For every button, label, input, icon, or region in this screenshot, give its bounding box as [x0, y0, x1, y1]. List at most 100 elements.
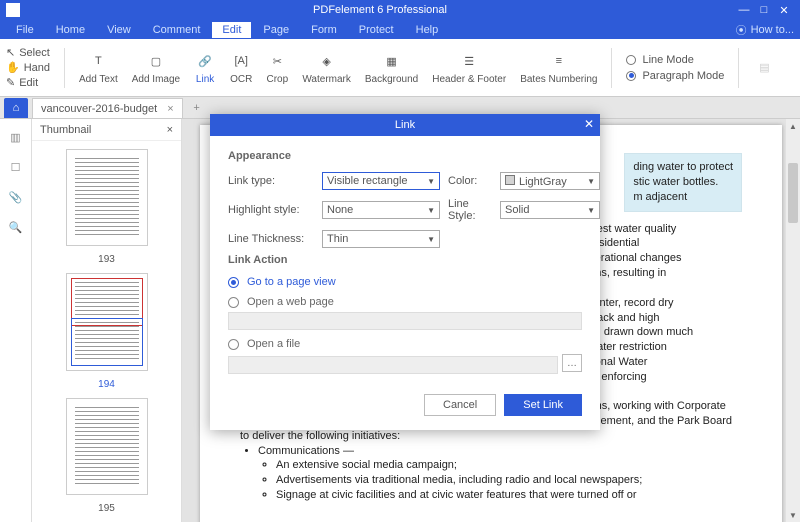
thumbnail-label: 193	[98, 254, 115, 265]
edit-mode-group: Line Mode Paragraph Mode	[626, 54, 724, 82]
close-button[interactable]: ✕	[774, 4, 794, 17]
home-icon: ⌂	[13, 102, 20, 114]
document-tab-label: vancouver-2016-budget	[41, 103, 157, 115]
help-hint[interactable]: ⦿ How to...	[736, 22, 794, 38]
menu-protect[interactable]: Protect	[349, 22, 404, 38]
mode-paragraph[interactable]: Paragraph Mode	[626, 70, 724, 82]
app-title: PDFelement 6 Professional	[26, 4, 734, 16]
thumbnail-panel: Thumbnail × 193 194 195	[32, 119, 182, 522]
tool-edit[interactable]: ✎Edit	[6, 76, 50, 89]
thumbnail-item[interactable]	[66, 398, 148, 495]
rail-thumbnail-icon[interactable]: ▥	[8, 129, 24, 145]
menu-file[interactable]: File	[6, 22, 44, 38]
thumbnail-item[interactable]	[66, 149, 148, 246]
color-select[interactable]: LightGray▼	[500, 172, 600, 190]
chevron-down-icon: ▼	[427, 235, 435, 244]
home-button[interactable]: ⌂	[4, 98, 28, 118]
minimize-button[interactable]: —	[734, 4, 754, 16]
scroll-thumb[interactable]	[788, 163, 798, 223]
thumbnail-list: 193 194 195	[32, 141, 181, 522]
vertical-scrollbar[interactable]: ▲ ▼	[786, 119, 800, 522]
cursor-icon: ↖	[6, 46, 15, 59]
bates-icon: ≡	[548, 50, 570, 72]
menu-edit[interactable]: Edit	[212, 22, 251, 38]
scroll-track[interactable]	[788, 133, 798, 508]
title-bar: PDFelement 6 Professional — □ ✕	[0, 0, 800, 20]
link-type-select[interactable]: Visible rectangle▼	[322, 172, 440, 190]
tool-crop[interactable]: ✂Crop	[266, 50, 288, 85]
tool-add-text[interactable]: TAdd Text	[79, 50, 118, 85]
link-icon: 🔗	[194, 50, 216, 72]
list-item: Communications —	[258, 444, 742, 459]
web-url-input[interactable]	[228, 312, 582, 330]
color-label: Color:	[448, 175, 492, 187]
rail-bookmark-icon[interactable]: ☐	[8, 159, 24, 175]
highlighted-text: ding water to protect stic water bottles…	[624, 153, 742, 212]
thumbnail-header: Thumbnail ×	[32, 119, 181, 141]
body-text: 's best water quality o residential Oper…	[580, 222, 742, 281]
radio-icon	[228, 297, 239, 308]
tool-hand[interactable]: ✋Hand	[6, 61, 50, 74]
tool-ocr[interactable]: [A]OCR	[230, 50, 252, 85]
header-footer-icon: ☰	[458, 50, 480, 72]
tab-close-button[interactable]: ×	[167, 103, 173, 115]
document-tab[interactable]: vancouver-2016-budget ×	[32, 98, 183, 118]
add-tab-button[interactable]: +	[187, 98, 207, 118]
tool-watermark[interactable]: ◈Watermark	[302, 50, 351, 85]
linestyle-label: Line Style:	[448, 198, 492, 222]
appearance-heading: Appearance	[228, 150, 582, 162]
menu-help[interactable]: Help	[406, 22, 449, 38]
link-type-label: Link type:	[228, 175, 314, 187]
tool-select[interactable]: ↖Select	[6, 46, 50, 59]
thickness-select[interactable]: Thin▼	[322, 230, 440, 248]
menu-comment[interactable]: Comment	[143, 22, 211, 38]
list-item: An extensive social media campaign;	[276, 458, 742, 473]
rail-attachment-icon[interactable]: 📎	[8, 189, 24, 205]
highlight-select[interactable]: None▼	[322, 201, 440, 219]
list-item: Signage at civic facilities and at civic…	[276, 488, 742, 503]
location-icon: ⦿	[736, 22, 747, 38]
chevron-down-icon: ▼	[587, 177, 595, 186]
radio-icon	[626, 71, 636, 81]
thumbnail-close-button[interactable]: ×	[167, 124, 173, 136]
menu-bar: File Home View Comment Edit Page Form Pr…	[0, 20, 800, 39]
action-open-file[interactable]: Open a file	[228, 338, 582, 350]
file-path-input[interactable]	[228, 356, 558, 374]
list-item: Advertisements via traditional media, in…	[276, 473, 742, 488]
scroll-down-button[interactable]: ▼	[786, 508, 800, 522]
dialog-title: Link	[395, 119, 415, 131]
thumbnail-item[interactable]	[66, 273, 148, 370]
linestyle-select[interactable]: Solid▼	[500, 201, 600, 219]
rail-search-icon[interactable]: 🔍	[8, 219, 24, 235]
image-icon: ▢	[145, 50, 167, 72]
dialog-header[interactable]: Link ✕	[210, 114, 600, 136]
action-web-page[interactable]: Open a web page	[228, 296, 582, 308]
mode-line[interactable]: Line Mode	[626, 54, 724, 66]
tool-align-group[interactable]: ▤	[753, 57, 775, 79]
tool-add-image[interactable]: ▢Add Image	[132, 50, 180, 85]
cancel-button[interactable]: Cancel	[424, 394, 496, 416]
color-swatch	[505, 175, 515, 185]
tool-header-footer[interactable]: ☰Header & Footer	[432, 50, 506, 85]
menu-view[interactable]: View	[97, 22, 141, 38]
radio-icon	[228, 339, 239, 350]
set-link-button[interactable]: Set Link	[504, 394, 582, 416]
menu-home[interactable]: Home	[46, 22, 95, 38]
tool-background[interactable]: ▦Background	[365, 50, 418, 85]
scroll-up-button[interactable]: ▲	[786, 119, 800, 133]
chevron-down-icon: ▼	[427, 177, 435, 186]
menu-page[interactable]: Page	[253, 22, 299, 38]
pencil-icon: ✎	[6, 76, 15, 89]
action-page-view[interactable]: Go to a page view	[228, 276, 582, 288]
browse-button[interactable]: …	[562, 354, 582, 372]
thumbnail-label: 194	[98, 379, 115, 390]
menu-form[interactable]: Form	[301, 22, 347, 38]
app-logo	[6, 3, 20, 17]
dialog-close-button[interactable]: ✕	[584, 117, 594, 131]
tool-bates[interactable]: ≡Bates Numbering	[520, 50, 597, 85]
tool-link[interactable]: 🔗Link	[194, 50, 216, 85]
maximize-button[interactable]: □	[754, 4, 774, 16]
link-action-heading: Link Action	[228, 254, 582, 266]
ribbon: ↖Select ✋Hand ✎Edit TAdd Text ▢Add Image…	[0, 39, 800, 97]
hand-icon: ✋	[6, 61, 20, 74]
